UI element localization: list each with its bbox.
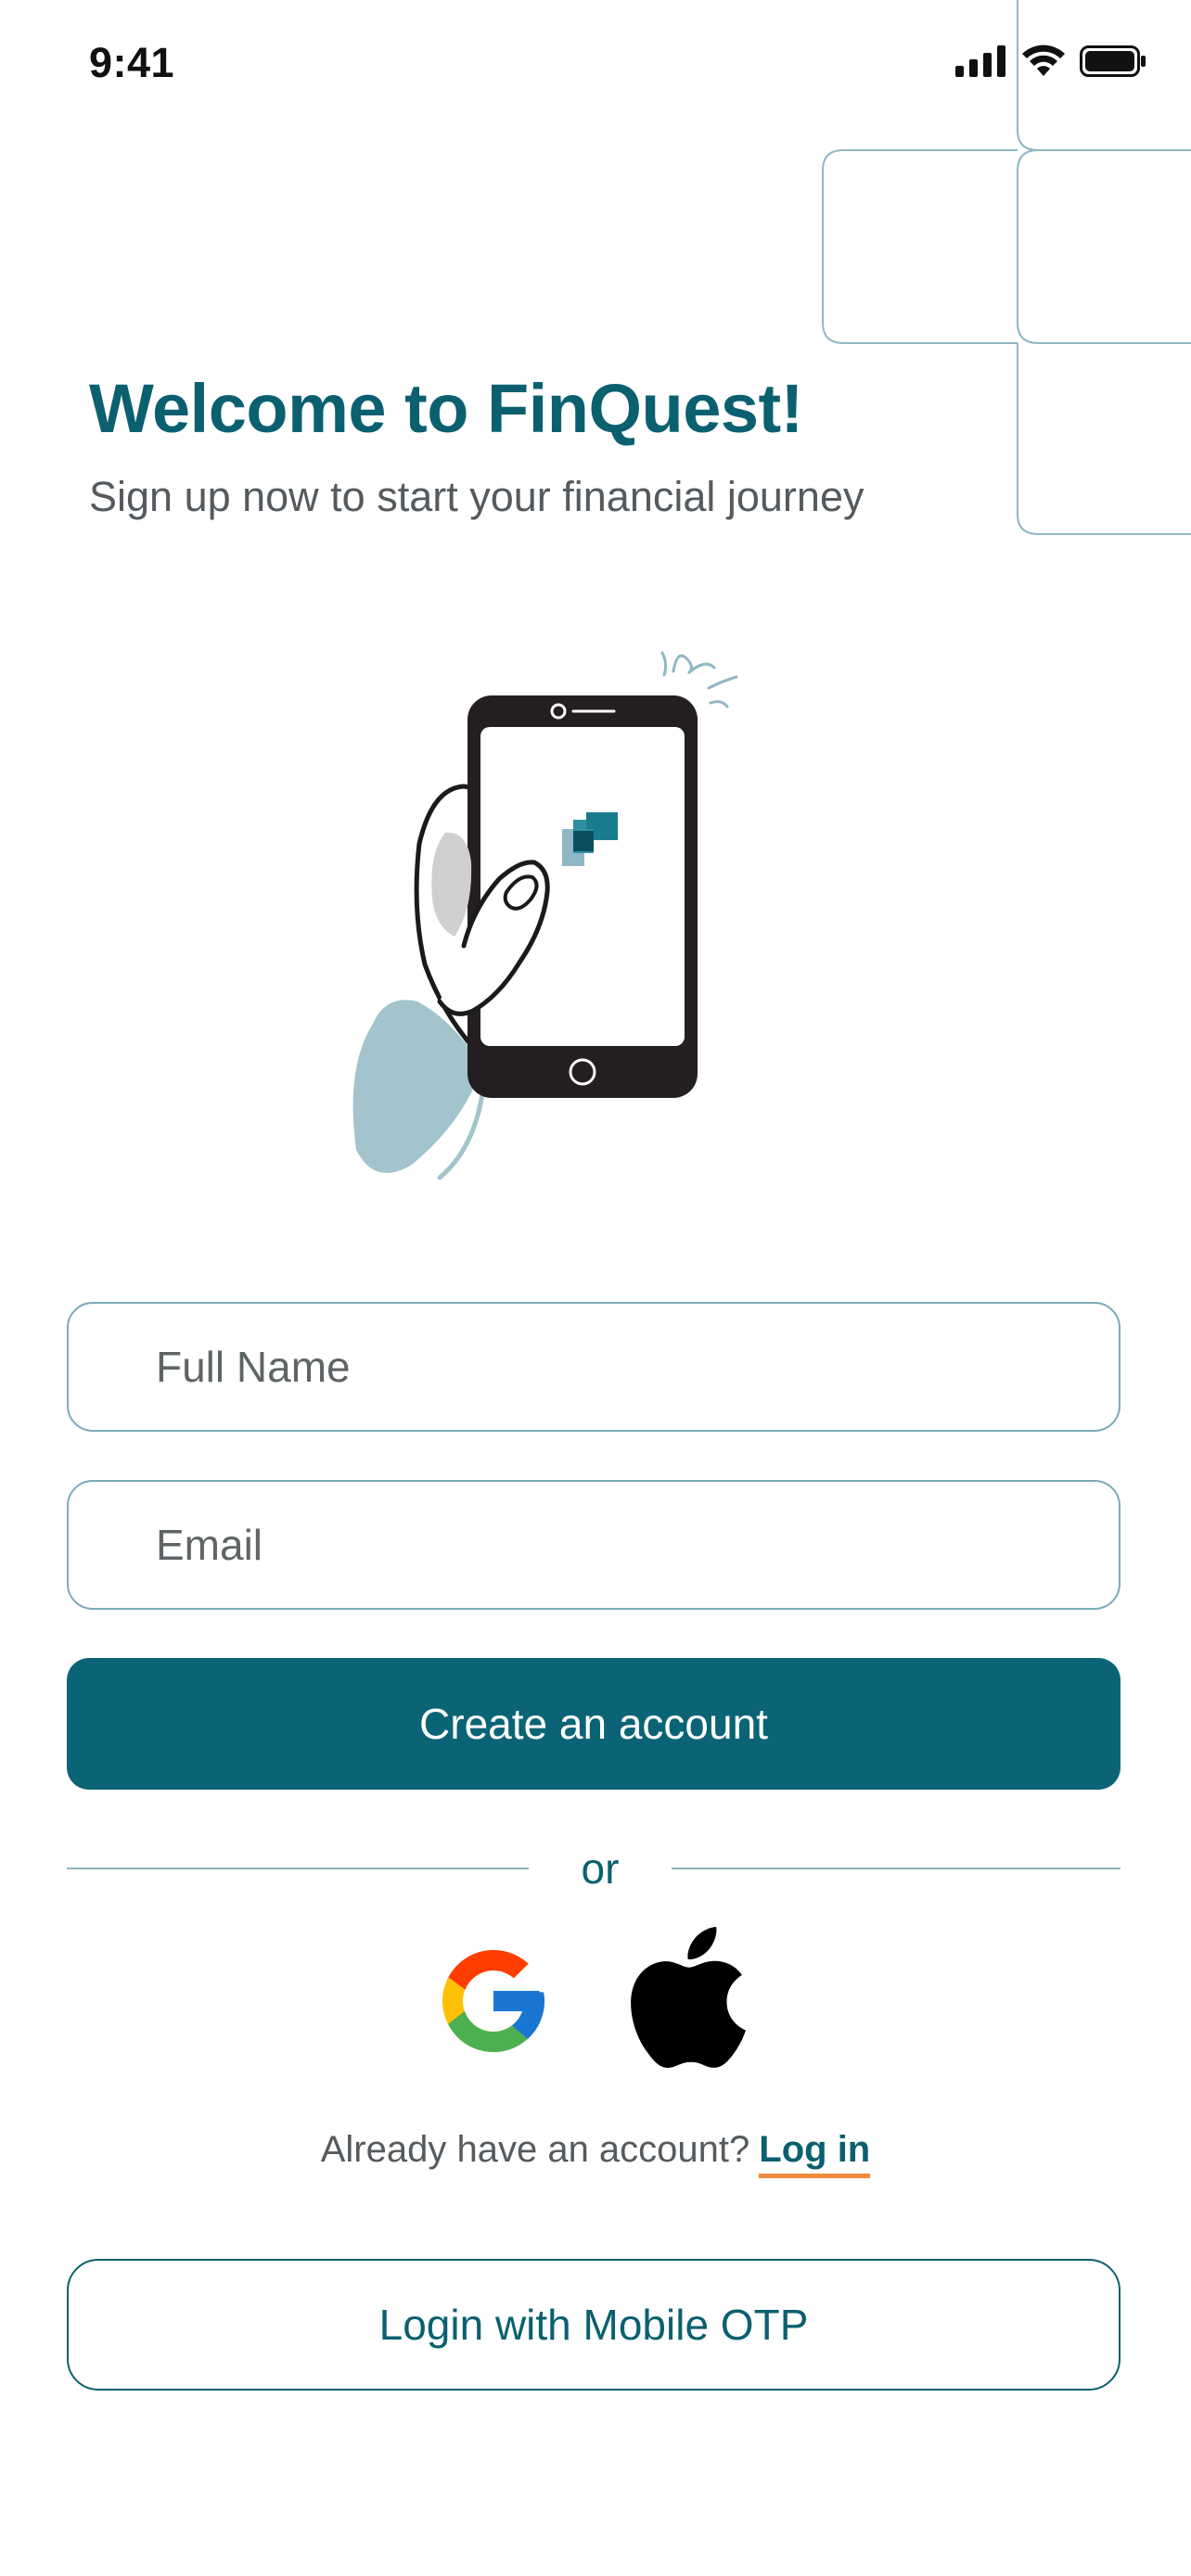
divider-line-right xyxy=(672,1868,1121,1869)
page-subtitle: Sign up now to start your financial jour… xyxy=(89,473,864,520)
apple-sign-in-button[interactable] xyxy=(631,1927,746,2068)
battery-icon xyxy=(1080,45,1146,77)
email-field[interactable] xyxy=(67,1480,1121,1610)
google-icon xyxy=(442,1950,544,2052)
status-icons xyxy=(955,45,1146,78)
page-title: Welcome to FinQuest! xyxy=(89,370,803,447)
login-link[interactable]: Log in xyxy=(759,2129,871,2178)
status-time: 9:41 xyxy=(89,39,175,86)
full-name-input[interactable] xyxy=(69,1304,1119,1430)
full-name-field[interactable] xyxy=(67,1302,1121,1432)
divider-line-left xyxy=(67,1868,529,1869)
login-prompt-text: Already have an account? xyxy=(320,2129,750,2170)
google-sign-in-button[interactable] xyxy=(432,1940,555,2062)
wifi-icon xyxy=(1022,45,1065,76)
create-account-button[interactable]: Create an account xyxy=(67,1658,1121,1790)
login-mobile-otp-button[interactable]: Login with Mobile OTP xyxy=(67,2259,1121,2391)
apple-icon xyxy=(631,1927,746,2068)
divider-or-text: or xyxy=(581,1844,620,1893)
status-bar: 9:41 xyxy=(0,0,1191,130)
hand-holding-phone-illustration xyxy=(352,651,738,1180)
cellular-signal-icon xyxy=(955,45,1005,77)
login-prompt: Already have an account? Log in xyxy=(0,2129,1191,2178)
email-input[interactable] xyxy=(69,1482,1119,1608)
